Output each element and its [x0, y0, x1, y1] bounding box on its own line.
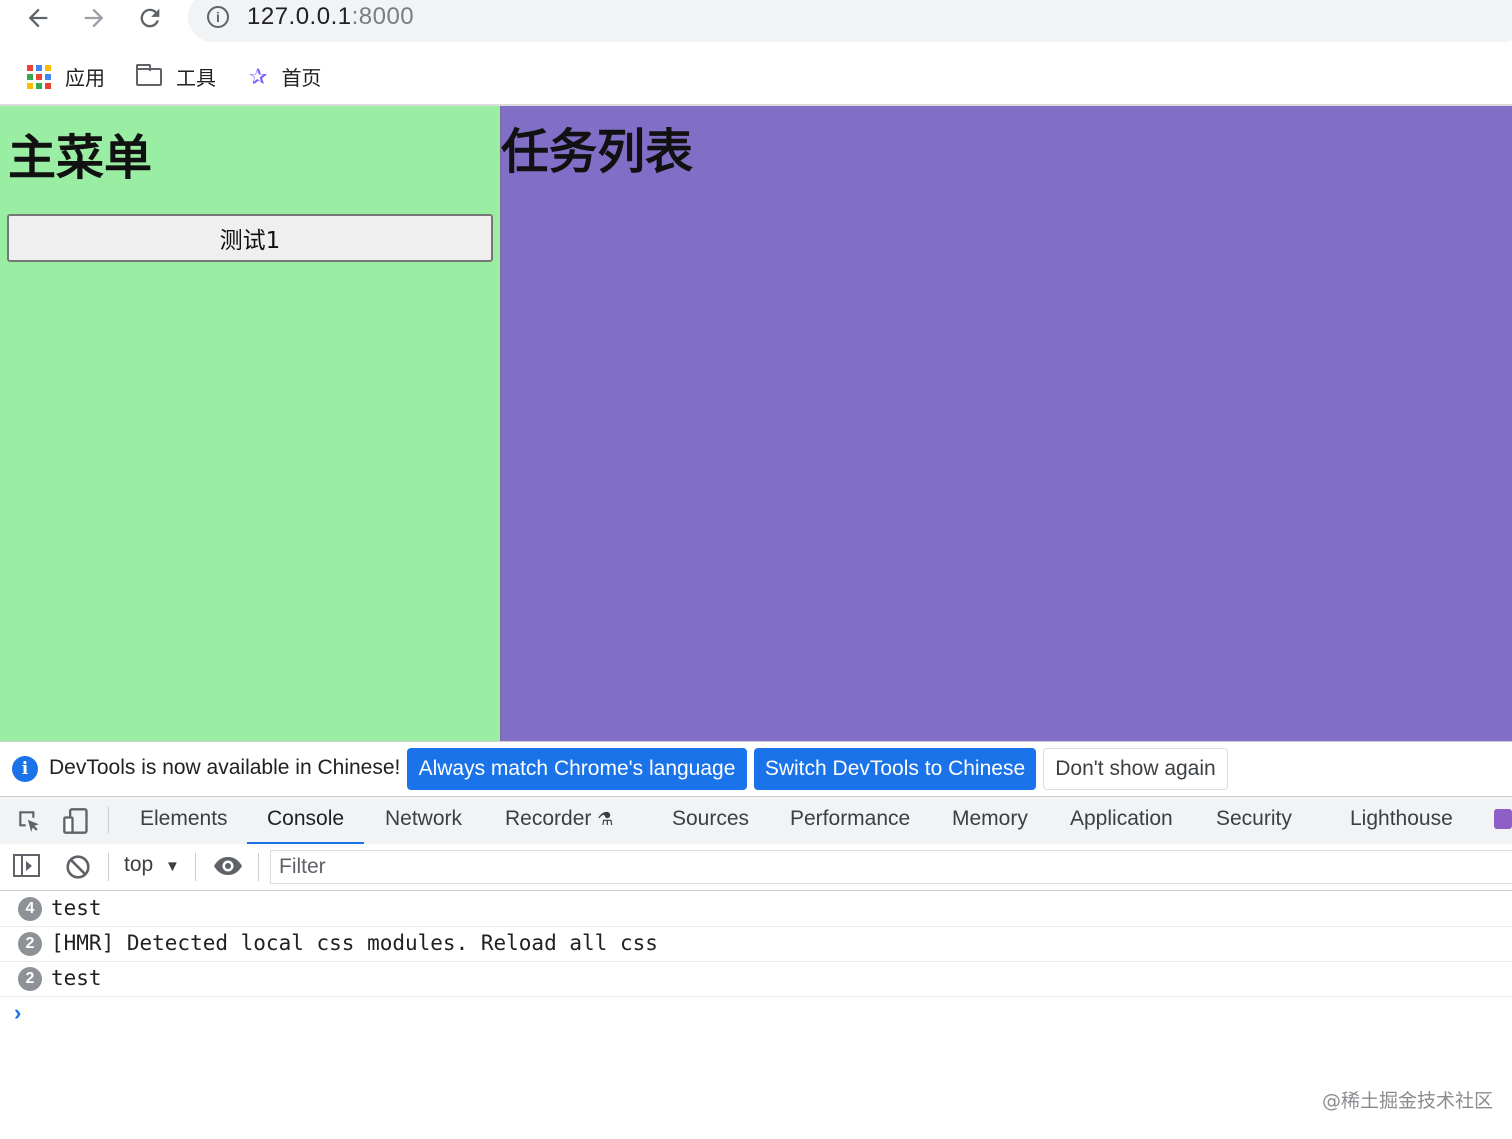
- repeat-count-badge: 4: [18, 897, 42, 921]
- tab-elements[interactable]: Elements: [140, 807, 228, 831]
- toolbar-separator: [108, 807, 109, 833]
- tab-sources[interactable]: Sources: [672, 807, 749, 831]
- dropdown-triangle-icon: ▼: [165, 858, 180, 875]
- tab-performance[interactable]: Performance: [790, 807, 910, 831]
- bookmark-label: 首页: [281, 68, 322, 90]
- switch-chinese-button[interactable]: Switch DevTools to Chinese: [754, 748, 1036, 790]
- bookmarks-bar: 应用 工具 ✰ 首页: [0, 52, 1512, 102]
- filter-input[interactable]: Filter: [270, 850, 1512, 884]
- devtools-tabbar: Elements Console Network Recorder ⚗ Sour…: [0, 796, 1512, 845]
- apps-grid-icon: [27, 64, 51, 89]
- device-toolbar-icon[interactable]: [62, 807, 90, 840]
- tab-console[interactable]: Console: [267, 807, 344, 831]
- language-banner: i DevTools is now available in Chinese! …: [0, 742, 1512, 796]
- repeat-count-badge: 2: [18, 932, 42, 956]
- console-message: 2 test: [0, 962, 1512, 997]
- task-list-pane: [501, 106, 1512, 741]
- toolbar-separator: [258, 853, 259, 881]
- clear-console-icon[interactable]: [65, 854, 91, 885]
- repeat-count-badge: 2: [18, 967, 42, 991]
- eye-icon[interactable]: [212, 854, 244, 883]
- tab-recorder[interactable]: Recorder ⚗: [505, 807, 613, 831]
- inspect-element-icon[interactable]: [16, 808, 42, 839]
- task-list-title: 任务列表: [501, 124, 694, 180]
- star-bookmark-icon: ✰: [249, 63, 268, 89]
- main-menu-pane: [0, 106, 500, 741]
- tab-memory[interactable]: Memory: [952, 807, 1028, 831]
- dont-show-again-button[interactable]: Don't show again: [1043, 748, 1228, 790]
- bookmark-label: 应用: [65, 68, 105, 90]
- bookmark-apps[interactable]: 应用: [27, 62, 105, 91]
- message-text: [HMR] Detected local css modules. Reload…: [51, 931, 658, 955]
- console-message: 4 test: [0, 892, 1512, 927]
- devtools-panel: i DevTools is now available in Chinese! …: [0, 741, 1512, 1139]
- flask-icon: ⚗: [597, 809, 614, 829]
- info-icon: i: [12, 756, 38, 782]
- test1-button[interactable]: 测试1: [7, 214, 493, 262]
- browser-toolbar: i 127.0.0.1:8000: [0, 0, 1512, 44]
- console-toolbar: top ▼ Filter: [0, 844, 1512, 891]
- console-prompt-icon[interactable]: ›: [14, 1000, 21, 1026]
- toolbar-separator: [108, 853, 109, 881]
- tab-lighthouse[interactable]: Lighthouse: [1350, 807, 1453, 831]
- reload-icon[interactable]: [134, 2, 166, 34]
- bookmark-home[interactable]: ✰ 首页: [249, 62, 321, 91]
- tab-application[interactable]: Application: [1070, 807, 1173, 831]
- message-text: test: [51, 896, 102, 920]
- folder-icon: [136, 63, 162, 86]
- match-language-button[interactable]: Always match Chrome's language: [407, 748, 747, 790]
- bookmark-label: 工具: [176, 68, 216, 90]
- tab-network[interactable]: Network: [385, 807, 462, 831]
- watermark: @稀土掘金技术社区: [1322, 1090, 1494, 1112]
- back-arrow-icon[interactable]: [22, 2, 54, 34]
- banner-text: DevTools is now available in Chinese!: [49, 756, 401, 779]
- url-text[interactable]: 127.0.0.1:8000: [247, 3, 414, 31]
- sidebar-toggle-icon[interactable]: [13, 853, 41, 884]
- context-selector[interactable]: top ▼: [124, 853, 180, 877]
- message-text: test: [51, 966, 102, 990]
- main-menu-title: 主菜单: [8, 130, 153, 186]
- console-message: 2 [HMR] Detected local css modules. Relo…: [0, 927, 1512, 962]
- bookmark-tools[interactable]: 工具: [136, 62, 216, 91]
- site-info-icon[interactable]: i: [207, 6, 229, 28]
- toolbar-separator: [195, 853, 196, 881]
- tab-security[interactable]: Security: [1216, 807, 1292, 831]
- forward-arrow-icon[interactable]: [78, 2, 110, 34]
- react-extension-icon[interactable]: [1494, 809, 1512, 829]
